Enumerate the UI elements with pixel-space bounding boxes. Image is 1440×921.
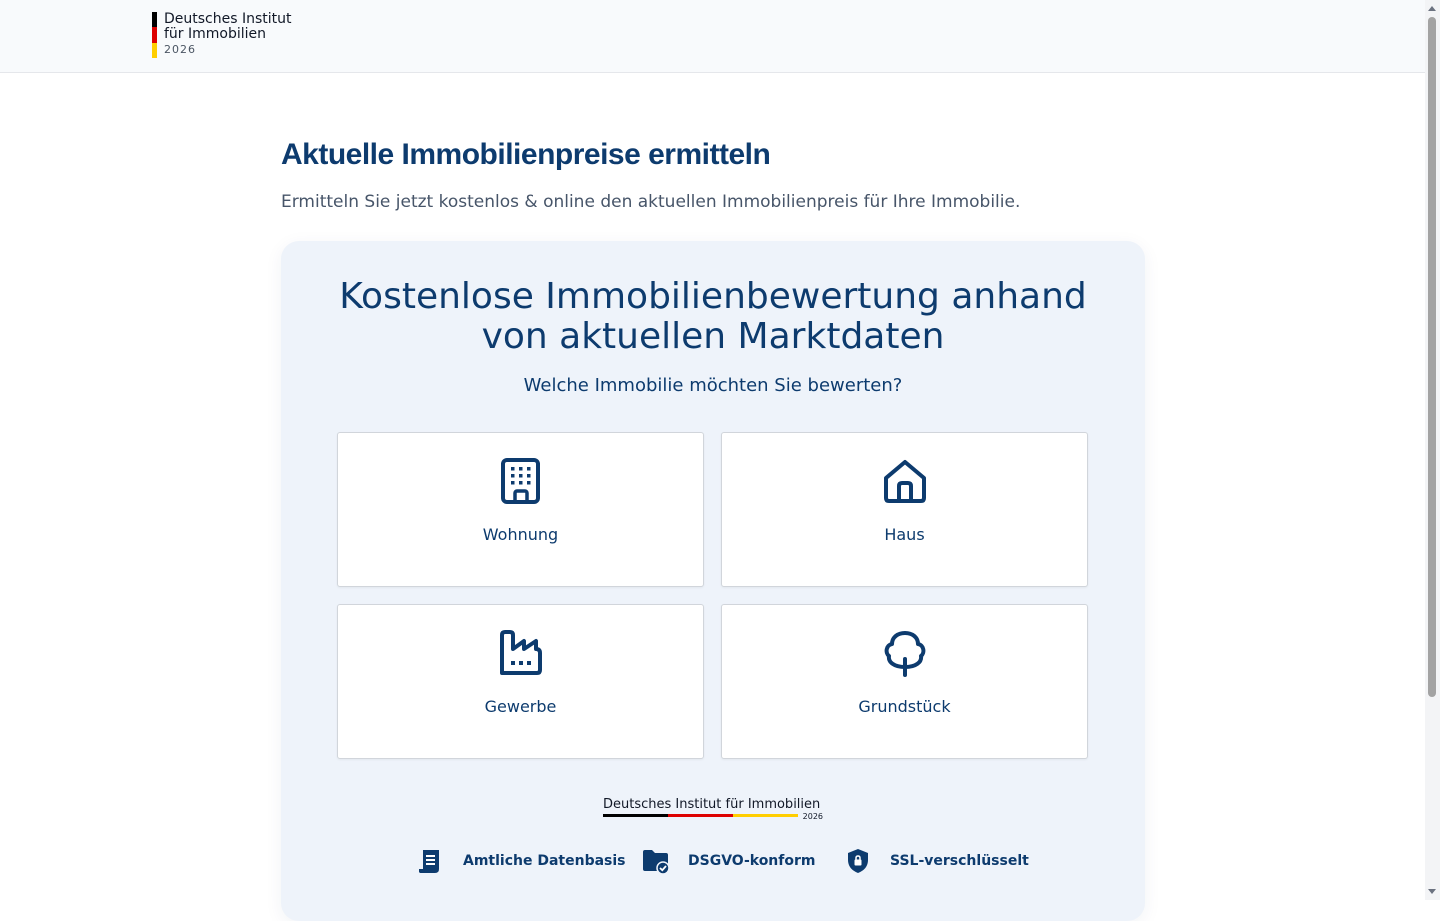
folder-check-icon	[643, 850, 670, 875]
document-icon	[419, 850, 439, 873]
trust-badge-gdpr: DSGVO-konform	[642, 847, 815, 875]
trust-label: Amtliche Datenbasis	[463, 853, 626, 869]
logo-text: Deutsches Institut für Immobilien 2026	[164, 12, 292, 58]
option-label: Haus	[884, 525, 925, 544]
factory-icon	[500, 630, 542, 675]
option-wohnung[interactable]: Wohnung	[337, 432, 704, 587]
logo-year: 2026	[164, 43, 196, 56]
valuation-card: Kostenlose Immobilienbewertung anhand vo…	[281, 241, 1145, 921]
institute-name: Deutsches Institut für Immobilien	[603, 797, 821, 812]
option-label: Wohnung	[482, 525, 559, 544]
page-scrollbar[interactable]	[1425, 0, 1440, 900]
option-gewerbe[interactable]: Gewerbe	[337, 604, 704, 759]
page-title: Aktuelle Immobilienpreise ermitteln	[281, 138, 771, 171]
option-grundstueck[interactable]: Grundstück	[721, 604, 1088, 759]
german-flag-bar	[152, 12, 157, 58]
institute-logo: Deutsches Institut für Immobilien 2026	[603, 797, 823, 821]
card-title: Kostenlose Immobilienbewertung anhand vo…	[339, 276, 1087, 357]
institute-year: 2026	[802, 812, 823, 821]
tree-icon	[884, 631, 926, 677]
house-icon	[884, 460, 926, 503]
page-subtitle: Ermitteln Sie jetzt kostenlos & online d…	[281, 192, 1021, 212]
site-header: Deutsches Institut für Immobilien 2026	[0, 0, 1425, 73]
scroll-up-arrow[interactable]	[1428, 6, 1436, 11]
scroll-down-arrow[interactable]	[1428, 889, 1436, 894]
scroll-thumb[interactable]	[1428, 17, 1436, 697]
trust-badge-data: Amtliche Datenbasis	[417, 847, 626, 875]
shield-lock-icon	[848, 849, 868, 873]
logo-line-2: für Immobilien	[164, 26, 267, 42]
trust-label: DSGVO-konform	[688, 853, 816, 869]
property-question: Welche Immobilie möchten Sie bewerten?	[523, 375, 903, 396]
option-label: Gewerbe	[484, 697, 557, 716]
flag-underline	[603, 814, 798, 817]
option-haus[interactable]: Haus	[721, 432, 1088, 587]
trust-label: SSL-verschlüsselt	[890, 853, 1029, 869]
trust-badge-ssl: SSL-verschlüsselt	[844, 847, 1029, 875]
site-logo[interactable]: Deutsches Institut für Immobilien 2026	[152, 12, 292, 58]
building-icon	[501, 458, 540, 504]
logo-line-1: Deutsches Institut	[164, 11, 292, 27]
option-label: Grundstück	[858, 697, 951, 716]
